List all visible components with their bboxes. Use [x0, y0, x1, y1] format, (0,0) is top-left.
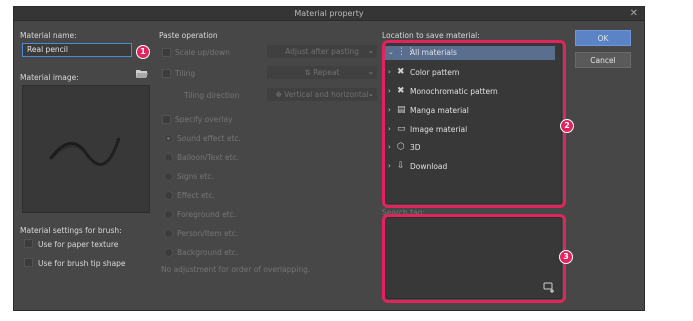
- tiling-direction-dropdown[interactable]: ✥ Vertical and horizontal ⌄: [266, 87, 378, 102]
- brush-tip-checkbox[interactable]: [24, 258, 33, 267]
- scale-dropdown[interactable]: Adjust after pasting ⌄: [266, 44, 378, 59]
- repeat-icon: ⇅: [304, 68, 314, 77]
- specify-overlay-label: Specify overlay: [175, 115, 233, 124]
- callout-badge-2: 2: [560, 119, 574, 133]
- scale-value: Adjust after pasting: [285, 47, 359, 56]
- chevron-down-icon: ⌄: [367, 67, 374, 76]
- overlay-radio-effect[interactable]: [164, 191, 173, 200]
- callout-badge-1: 1: [136, 45, 150, 59]
- overlay-option-label: Foreground etc.: [177, 210, 237, 219]
- callout-box-2: [382, 40, 566, 208]
- title-bar: Material property ✕: [14, 7, 644, 21]
- material-name-label: Material name:: [20, 31, 77, 40]
- tiling-dropdown[interactable]: ⇅ Repeat ⌄: [266, 65, 378, 80]
- overlay-radio-person-item[interactable]: [164, 229, 173, 238]
- overlay-radio-foreground[interactable]: [164, 210, 173, 219]
- chevron-down-icon: ⌄: [367, 46, 374, 55]
- overlay-radio-signs[interactable]: [164, 172, 173, 181]
- overlay-option-label: Background etc.: [177, 248, 239, 257]
- direction-icon: ✥: [275, 90, 285, 99]
- material-property-dialog: Material property ✕ Material name: Real …: [13, 6, 645, 311]
- scale-checkbox[interactable]: [162, 48, 171, 57]
- location-label: Location to save material:: [382, 31, 480, 40]
- overlay-radio-sound-effect[interactable]: [164, 134, 173, 143]
- brush-settings-label: Material settings for brush:: [20, 226, 122, 235]
- callout-badge-3: 3: [559, 250, 573, 264]
- brush-tip-label: Use for brush tip shape: [38, 259, 126, 268]
- callout-box-3: [382, 214, 566, 303]
- material-image-preview: [22, 85, 150, 213]
- ok-button[interactable]: OK: [575, 30, 631, 46]
- material-image-label: Material image:: [20, 73, 79, 82]
- pencil-stroke-preview: [49, 136, 121, 167]
- paper-texture-checkbox[interactable]: [24, 239, 33, 248]
- overlay-radio-background[interactable]: [164, 248, 173, 257]
- no-adjustment-note: No adjustment for order of overlapping.: [161, 265, 311, 274]
- paste-operation-label: Paste operation: [159, 31, 218, 40]
- overlay-option-label: Sound effect etc.: [177, 134, 241, 143]
- overlay-radio-balloon-text[interactable]: [164, 153, 173, 162]
- tiling-direction-label: Tiling direction: [184, 91, 240, 100]
- close-icon[interactable]: ✕: [630, 8, 638, 19]
- paper-texture-label: Use for paper texture: [38, 240, 119, 249]
- folder-open-icon[interactable]: [136, 69, 148, 78]
- material-name-input[interactable]: Real pencil: [22, 43, 132, 57]
- overlay-option-label: Balloon/Text etc.: [177, 153, 239, 162]
- specify-overlay-checkbox[interactable]: [162, 115, 171, 124]
- dialog-title: Material property: [294, 9, 364, 18]
- overlay-option-label: Person/Item etc.: [177, 229, 239, 238]
- overlay-option-label: Effect etc.: [177, 191, 216, 200]
- tiling-checkbox[interactable]: [162, 69, 171, 78]
- chevron-down-icon: ⌄: [367, 89, 374, 98]
- tiling-value: Repeat: [313, 68, 340, 77]
- cancel-button[interactable]: Cancel: [575, 52, 631, 68]
- tiling-direction-value: Vertical and horizontal: [284, 90, 369, 99]
- overlay-option-label: Signs etc.: [177, 172, 214, 181]
- scale-label: Scale up/down: [175, 48, 230, 57]
- tiling-label: Tiling: [175, 69, 196, 78]
